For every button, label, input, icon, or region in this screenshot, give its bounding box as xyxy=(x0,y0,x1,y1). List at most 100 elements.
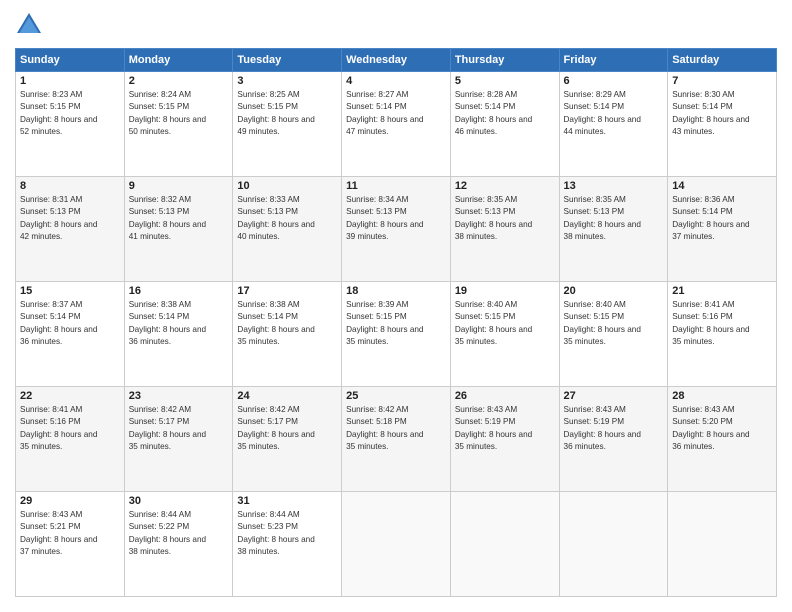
day-info: Sunrise: 8:39 AMSunset: 5:15 PMDaylight:… xyxy=(346,299,446,348)
day-info: Sunrise: 8:36 AMSunset: 5:14 PMDaylight:… xyxy=(672,194,772,243)
day-number: 24 xyxy=(237,390,337,402)
day-number: 26 xyxy=(455,390,555,402)
day-number: 14 xyxy=(672,180,772,192)
day-info: Sunrise: 8:41 AMSunset: 5:16 PMDaylight:… xyxy=(20,404,120,453)
day-cell: 1 Sunrise: 8:23 AMSunset: 5:15 PMDaylight… xyxy=(16,72,125,177)
day-info: Sunrise: 8:32 AMSunset: 5:13 PMDaylight:… xyxy=(129,194,229,243)
day-cell: 18 Sunrise: 8:39 AMSunset: 5:15 PMDayligh… xyxy=(342,282,451,387)
day-info: Sunrise: 8:29 AMSunset: 5:14 PMDaylight:… xyxy=(564,89,664,138)
logo xyxy=(15,15,45,38)
page: SundayMondayTuesdayWednesdayThursdayFrid… xyxy=(0,0,792,612)
day-info: Sunrise: 8:43 AMSunset: 5:19 PMDaylight:… xyxy=(564,404,664,453)
day-cell: 31 Sunrise: 8:44 AMSunset: 5:23 PMDayligh… xyxy=(233,492,342,597)
day-cell: 10 Sunrise: 8:33 AMSunset: 5:13 PMDayligh… xyxy=(233,177,342,282)
day-number: 18 xyxy=(346,285,446,297)
day-cell: 9 Sunrise: 8:32 AMSunset: 5:13 PMDaylight… xyxy=(124,177,233,282)
day-number: 12 xyxy=(455,180,555,192)
day-info: Sunrise: 8:43 AMSunset: 5:20 PMDaylight:… xyxy=(672,404,772,453)
day-cell: 20Sunrise: 8:40 AMSunset: 5:15 PMDayligh… xyxy=(559,282,668,387)
day-cell: 22 Sunrise: 8:41 AMSunset: 5:16 PMDayligh… xyxy=(16,387,125,492)
header-sunday: Sunday xyxy=(16,49,125,72)
day-cell: 23 Sunrise: 8:42 AMSunset: 5:17 PMDayligh… xyxy=(124,387,233,492)
day-cell: 21 Sunrise: 8:41 AMSunset: 5:16 PMDayligh… xyxy=(668,282,777,387)
header-wednesday: Wednesday xyxy=(342,49,451,72)
day-number: 3 xyxy=(237,75,337,87)
day-info: Sunrise: 8:23 AMSunset: 5:15 PMDaylight:… xyxy=(20,89,120,138)
day-number: 7 xyxy=(672,75,772,87)
header-thursday: Thursday xyxy=(450,49,559,72)
day-info: Sunrise: 8:25 AMSunset: 5:15 PMDaylight:… xyxy=(237,89,337,138)
day-number: 15 xyxy=(20,285,120,297)
day-info: Sunrise: 8:41 AMSunset: 5:16 PMDaylight:… xyxy=(672,299,772,348)
day-cell: 11 Sunrise: 8:34 AMSunset: 5:13 PMDayligh… xyxy=(342,177,451,282)
day-cell: 6 Sunrise: 8:29 AMSunset: 5:14 PMDaylight… xyxy=(559,72,668,177)
day-info: Sunrise: 8:38 AMSunset: 5:14 PMDaylight:… xyxy=(237,299,337,348)
day-cell: 15 Sunrise: 8:37 AMSunset: 5:14 PMDayligh… xyxy=(16,282,125,387)
day-info: Sunrise: 8:24 AMSunset: 5:15 PMDaylight:… xyxy=(129,89,229,138)
day-number: 19 xyxy=(455,285,555,297)
day-info: Sunrise: 8:34 AMSunset: 5:13 PMDaylight:… xyxy=(346,194,446,243)
day-cell: 24 Sunrise: 8:42 AMSunset: 5:17 PMDayligh… xyxy=(233,387,342,492)
day-info: Sunrise: 8:38 AMSunset: 5:14 PMDaylight:… xyxy=(129,299,229,348)
day-number: 31 xyxy=(237,495,337,507)
week-row-4: 22 Sunrise: 8:41 AMSunset: 5:16 PMDayligh… xyxy=(16,387,777,492)
day-cell: 29 Sunrise: 8:43 AMSunset: 5:21 PMDayligh… xyxy=(16,492,125,597)
day-number: 10 xyxy=(237,180,337,192)
day-info: Sunrise: 8:27 AMSunset: 5:14 PMDaylight:… xyxy=(346,89,446,138)
day-cell: 19Sunrise: 8:40 AMSunset: 5:15 PMDayligh… xyxy=(450,282,559,387)
day-cell xyxy=(342,492,451,597)
day-cell: 17Sunrise: 8:38 AMSunset: 5:14 PMDayligh… xyxy=(233,282,342,387)
day-number: 16 xyxy=(129,285,229,297)
day-info: Sunrise: 8:33 AMSunset: 5:13 PMDaylight:… xyxy=(237,194,337,243)
day-info: Sunrise: 8:44 AMSunset: 5:23 PMDaylight:… xyxy=(237,509,337,558)
day-number: 22 xyxy=(20,390,120,402)
header-monday: Monday xyxy=(124,49,233,72)
header-friday: Friday xyxy=(559,49,668,72)
day-number: 30 xyxy=(129,495,229,507)
week-row-1: 1 Sunrise: 8:23 AMSunset: 5:15 PMDaylight… xyxy=(16,72,777,177)
day-cell: 28 Sunrise: 8:43 AMSunset: 5:20 PMDayligh… xyxy=(668,387,777,492)
day-info: Sunrise: 8:37 AMSunset: 5:14 PMDaylight:… xyxy=(20,299,120,348)
day-number: 2 xyxy=(129,75,229,87)
day-info: Sunrise: 8:30 AMSunset: 5:14 PMDaylight:… xyxy=(672,89,772,138)
header-saturday: Saturday xyxy=(668,49,777,72)
day-info: Sunrise: 8:44 AMSunset: 5:22 PMDaylight:… xyxy=(129,509,229,558)
calendar-table: SundayMondayTuesdayWednesdayThursdayFrid… xyxy=(15,48,777,597)
day-cell: 3 Sunrise: 8:25 AMSunset: 5:15 PMDaylight… xyxy=(233,72,342,177)
day-number: 23 xyxy=(129,390,229,402)
day-cell xyxy=(450,492,559,597)
day-cell xyxy=(668,492,777,597)
day-cell: 16 Sunrise: 8:38 AMSunset: 5:14 PMDayligh… xyxy=(124,282,233,387)
day-number: 5 xyxy=(455,75,555,87)
day-info: Sunrise: 8:43 AMSunset: 5:19 PMDaylight:… xyxy=(455,404,555,453)
day-info: Sunrise: 8:42 AMSunset: 5:17 PMDaylight:… xyxy=(129,404,229,453)
day-cell: 25 Sunrise: 8:42 AMSunset: 5:18 PMDayligh… xyxy=(342,387,451,492)
day-number: 20 xyxy=(564,285,664,297)
week-row-5: 29 Sunrise: 8:43 AMSunset: 5:21 PMDayligh… xyxy=(16,492,777,597)
day-cell: 12Sunrise: 8:35 AMSunset: 5:13 PMDayligh… xyxy=(450,177,559,282)
week-row-3: 15 Sunrise: 8:37 AMSunset: 5:14 PMDayligh… xyxy=(16,282,777,387)
day-number: 28 xyxy=(672,390,772,402)
day-number: 4 xyxy=(346,75,446,87)
logo-icon xyxy=(17,13,41,33)
day-cell: 4 Sunrise: 8:27 AMSunset: 5:14 PMDaylight… xyxy=(342,72,451,177)
day-cell: 26 Sunrise: 8:43 AMSunset: 5:19 PMDayligh… xyxy=(450,387,559,492)
day-cell: 30 Sunrise: 8:44 AMSunset: 5:22 PMDayligh… xyxy=(124,492,233,597)
header-row: SundayMondayTuesdayWednesdayThursdayFrid… xyxy=(16,49,777,72)
day-number: 27 xyxy=(564,390,664,402)
week-row-2: 8Sunrise: 8:31 AMSunset: 5:13 PMDaylight… xyxy=(16,177,777,282)
day-info: Sunrise: 8:35 AMSunset: 5:13 PMDaylight:… xyxy=(564,194,664,243)
day-info: Sunrise: 8:42 AMSunset: 5:18 PMDaylight:… xyxy=(346,404,446,453)
day-number: 1 xyxy=(20,75,120,87)
day-number: 25 xyxy=(346,390,446,402)
day-cell: 27 Sunrise: 8:43 AMSunset: 5:19 PMDayligh… xyxy=(559,387,668,492)
day-number: 6 xyxy=(564,75,664,87)
day-info: Sunrise: 8:43 AMSunset: 5:21 PMDaylight:… xyxy=(20,509,120,558)
day-number: 11 xyxy=(346,180,446,192)
day-cell: 7 Sunrise: 8:30 AMSunset: 5:14 PMDaylight… xyxy=(668,72,777,177)
day-number: 21 xyxy=(672,285,772,297)
day-info: Sunrise: 8:42 AMSunset: 5:17 PMDaylight:… xyxy=(237,404,337,453)
day-number: 9 xyxy=(129,180,229,192)
day-number: 29 xyxy=(20,495,120,507)
day-cell: 13Sunrise: 8:35 AMSunset: 5:13 PMDayligh… xyxy=(559,177,668,282)
